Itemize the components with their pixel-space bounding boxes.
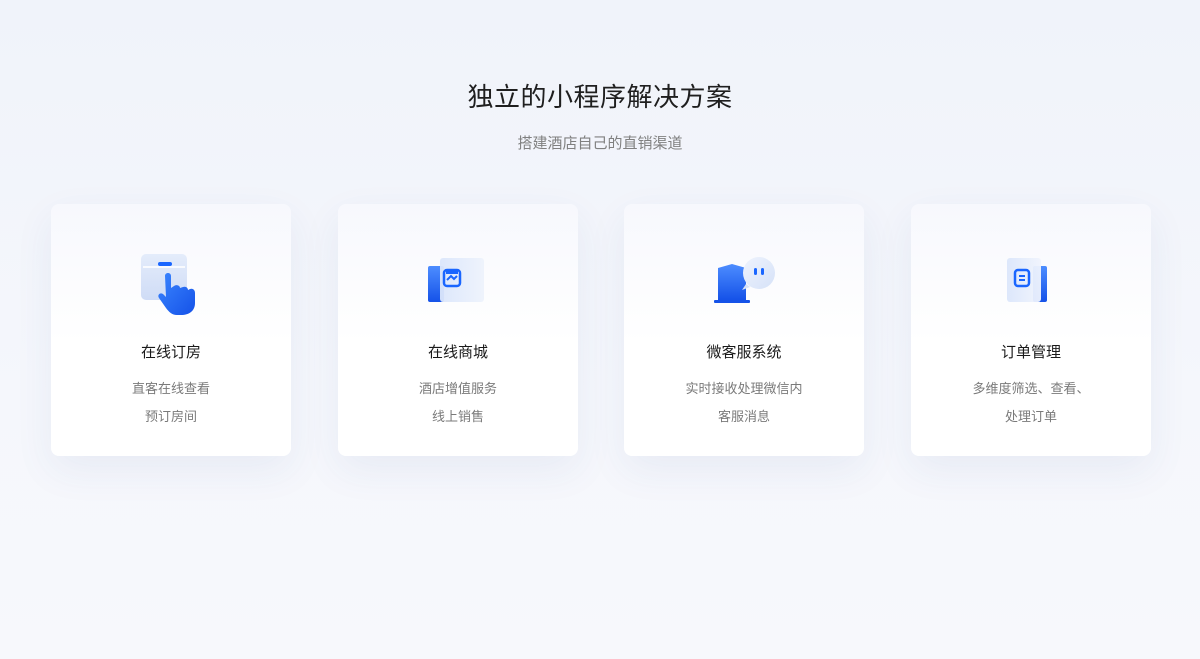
card-title: 在线订房 [140, 343, 201, 361]
card-desc-line: 处理订单 [1004, 410, 1057, 425]
card-title: 在线商城 [427, 343, 488, 361]
card-title: 订单管理 [1000, 343, 1061, 361]
card-desc-line: 客服消息 [717, 410, 770, 425]
card-description: 直客在线查看 预订房间 [51, 376, 291, 432]
storefront-icon [418, 246, 498, 316]
feature-card-online-mall[interactable]: 在线商城 酒店增值服务 线上销售 [338, 204, 578, 456]
card-desc-line: 预订房间 [144, 410, 197, 425]
feature-cards: 在线订房 直客在线查看 预订房间 在线商城 酒店增值服务 线上销售 微客服系统 … [51, 204, 1151, 456]
feature-card-customer-service[interactable]: 微客服系统 实时接收处理微信内 客服消息 [624, 204, 864, 456]
feature-card-order-management[interactable]: 订单管理 多维度筛选、查看、 处理订单 [911, 204, 1151, 456]
hand-tap-icon [131, 246, 211, 316]
card-description: 酒店增值服务 线上销售 [338, 376, 578, 432]
section-header: 独立的小程序解决方案 搭建酒店自己的直销渠道 [0, 78, 1200, 154]
card-desc-line: 酒店增值服务 [418, 382, 497, 397]
section-subtitle: 搭建酒店自己的直销渠道 [517, 134, 683, 152]
card-description: 实时接收处理微信内 客服消息 [624, 376, 864, 432]
section-title: 独立的小程序解决方案 [467, 83, 733, 113]
feature-card-online-booking[interactable]: 在线订房 直客在线查看 预订房间 [51, 204, 291, 456]
card-desc-line: 实时接收处理微信内 [685, 382, 803, 397]
card-desc-line: 线上销售 [431, 410, 484, 425]
card-description: 多维度筛选、查看、 处理订单 [911, 376, 1151, 432]
card-desc-line: 多维度筛选、查看、 [972, 382, 1090, 397]
order-document-icon [991, 246, 1071, 316]
card-title: 微客服系统 [706, 343, 782, 361]
chat-bubble-icon [704, 246, 784, 316]
card-desc-line: 直客在线查看 [131, 382, 210, 397]
